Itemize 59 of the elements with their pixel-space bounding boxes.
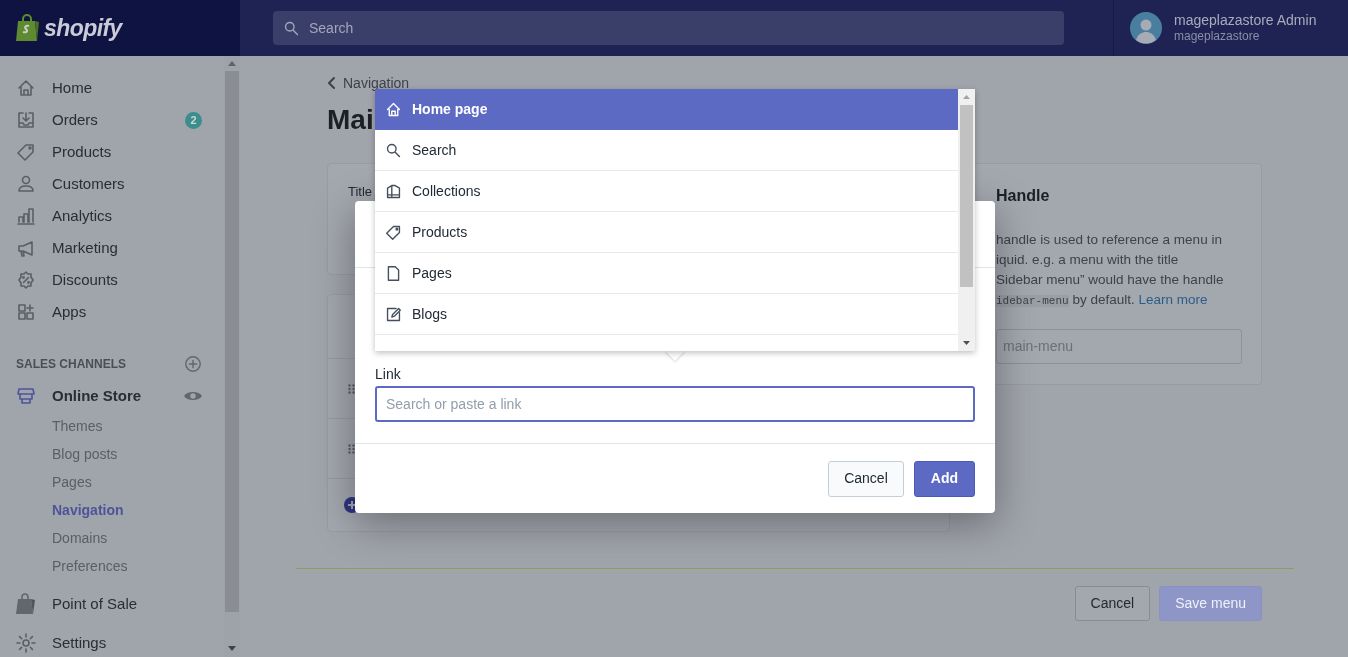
link-input-field[interactable]: Search or paste a link: [375, 386, 975, 422]
section-heading: SALES CHANNELS: [16, 356, 127, 373]
house-icon: [16, 78, 36, 98]
dropdown-option[interactable]: Products: [375, 212, 958, 253]
dropdown-option[interactable]: Search: [375, 130, 958, 171]
field-label: Title: [348, 184, 373, 199]
search-icon: [385, 141, 402, 159]
scroll-down-icon[interactable]: [963, 341, 970, 345]
dropdown-option[interactable]: Home page: [375, 89, 958, 130]
add-circle-icon: [184, 355, 202, 373]
dropdown-option[interactable]: Pages: [375, 253, 958, 294]
scrollbar[interactable]: [958, 89, 975, 351]
user-name: mageplazastore Admin: [1174, 12, 1317, 28]
card-heading: Handle: [996, 186, 1051, 206]
sidebar-item[interactable]: Analytics: [0, 200, 224, 232]
bar-chart-icon: [16, 206, 36, 226]
chevron-left-icon: [327, 76, 337, 90]
sidebar-item[interactable]: Marketing: [0, 232, 224, 264]
sidebar-item[interactable]: Customers: [0, 168, 224, 200]
sidebar-item[interactable]: Settings: [0, 632, 224, 654]
sidebar-item[interactable]: Apps: [0, 296, 224, 328]
help-text: handle is used to reference a menu in iquid. e.g. a menu with the title Sidebar menu” would have the handle idebar-menu by default. Learn more: [996, 231, 1225, 309]
sidebar-item[interactable]: Discounts: [0, 264, 224, 296]
dropdown-option[interactable]: Blogs: [375, 294, 958, 335]
page-icon: [385, 264, 402, 282]
sidebar-item[interactable]: Orders 2: [0, 104, 224, 136]
learn-more-link[interactable]: Learn more: [1138, 292, 1208, 307]
search-icon: [283, 19, 300, 37]
sidebar-item[interactable]: Home: [0, 72, 224, 104]
edit-note-icon: [385, 305, 402, 323]
shopping-bag-icon: [16, 593, 36, 615]
person-icon: [16, 174, 36, 194]
book-stand-icon: [385, 182, 402, 200]
sidebar-item[interactable]: Products: [0, 136, 224, 168]
store-name: mageplazastore: [1174, 28, 1261, 44]
dropdown-option[interactable]: Collections: [375, 171, 958, 212]
count-badge: 2: [185, 111, 202, 129]
gear-icon: [16, 633, 36, 653]
percent-badge-icon: [16, 270, 36, 290]
app-grid-icon: [16, 302, 36, 322]
drag-handle-icon[interactable]: [348, 443, 356, 454]
cancel-button[interactable]: Cancel: [1074, 586, 1151, 621]
tag-icon: [16, 142, 36, 162]
megaphone-icon: [16, 238, 36, 258]
search-field[interactable]: Search: [273, 11, 1064, 45]
field-label: Link: [375, 365, 402, 384]
shopping-bag-logo-icon: [16, 14, 40, 42]
house-icon: [385, 100, 402, 118]
drag-handle-icon[interactable]: [348, 383, 356, 394]
scroll-down-icon[interactable]: [228, 646, 236, 651]
page-title: Mai: [327, 103, 374, 137]
cancel-button[interactable]: Cancel: [828, 460, 904, 497]
avatar-icon[interactable]: [1130, 12, 1162, 44]
add-button[interactable]: Add: [913, 460, 975, 497]
tray-download-icon: [16, 110, 36, 130]
storefront-icon: [16, 386, 36, 406]
sidebar-item[interactable]: Online Store: [0, 380, 224, 412]
tag-icon: [385, 223, 402, 241]
sidebar-item[interactable]: Point of Sale: [0, 588, 224, 620]
